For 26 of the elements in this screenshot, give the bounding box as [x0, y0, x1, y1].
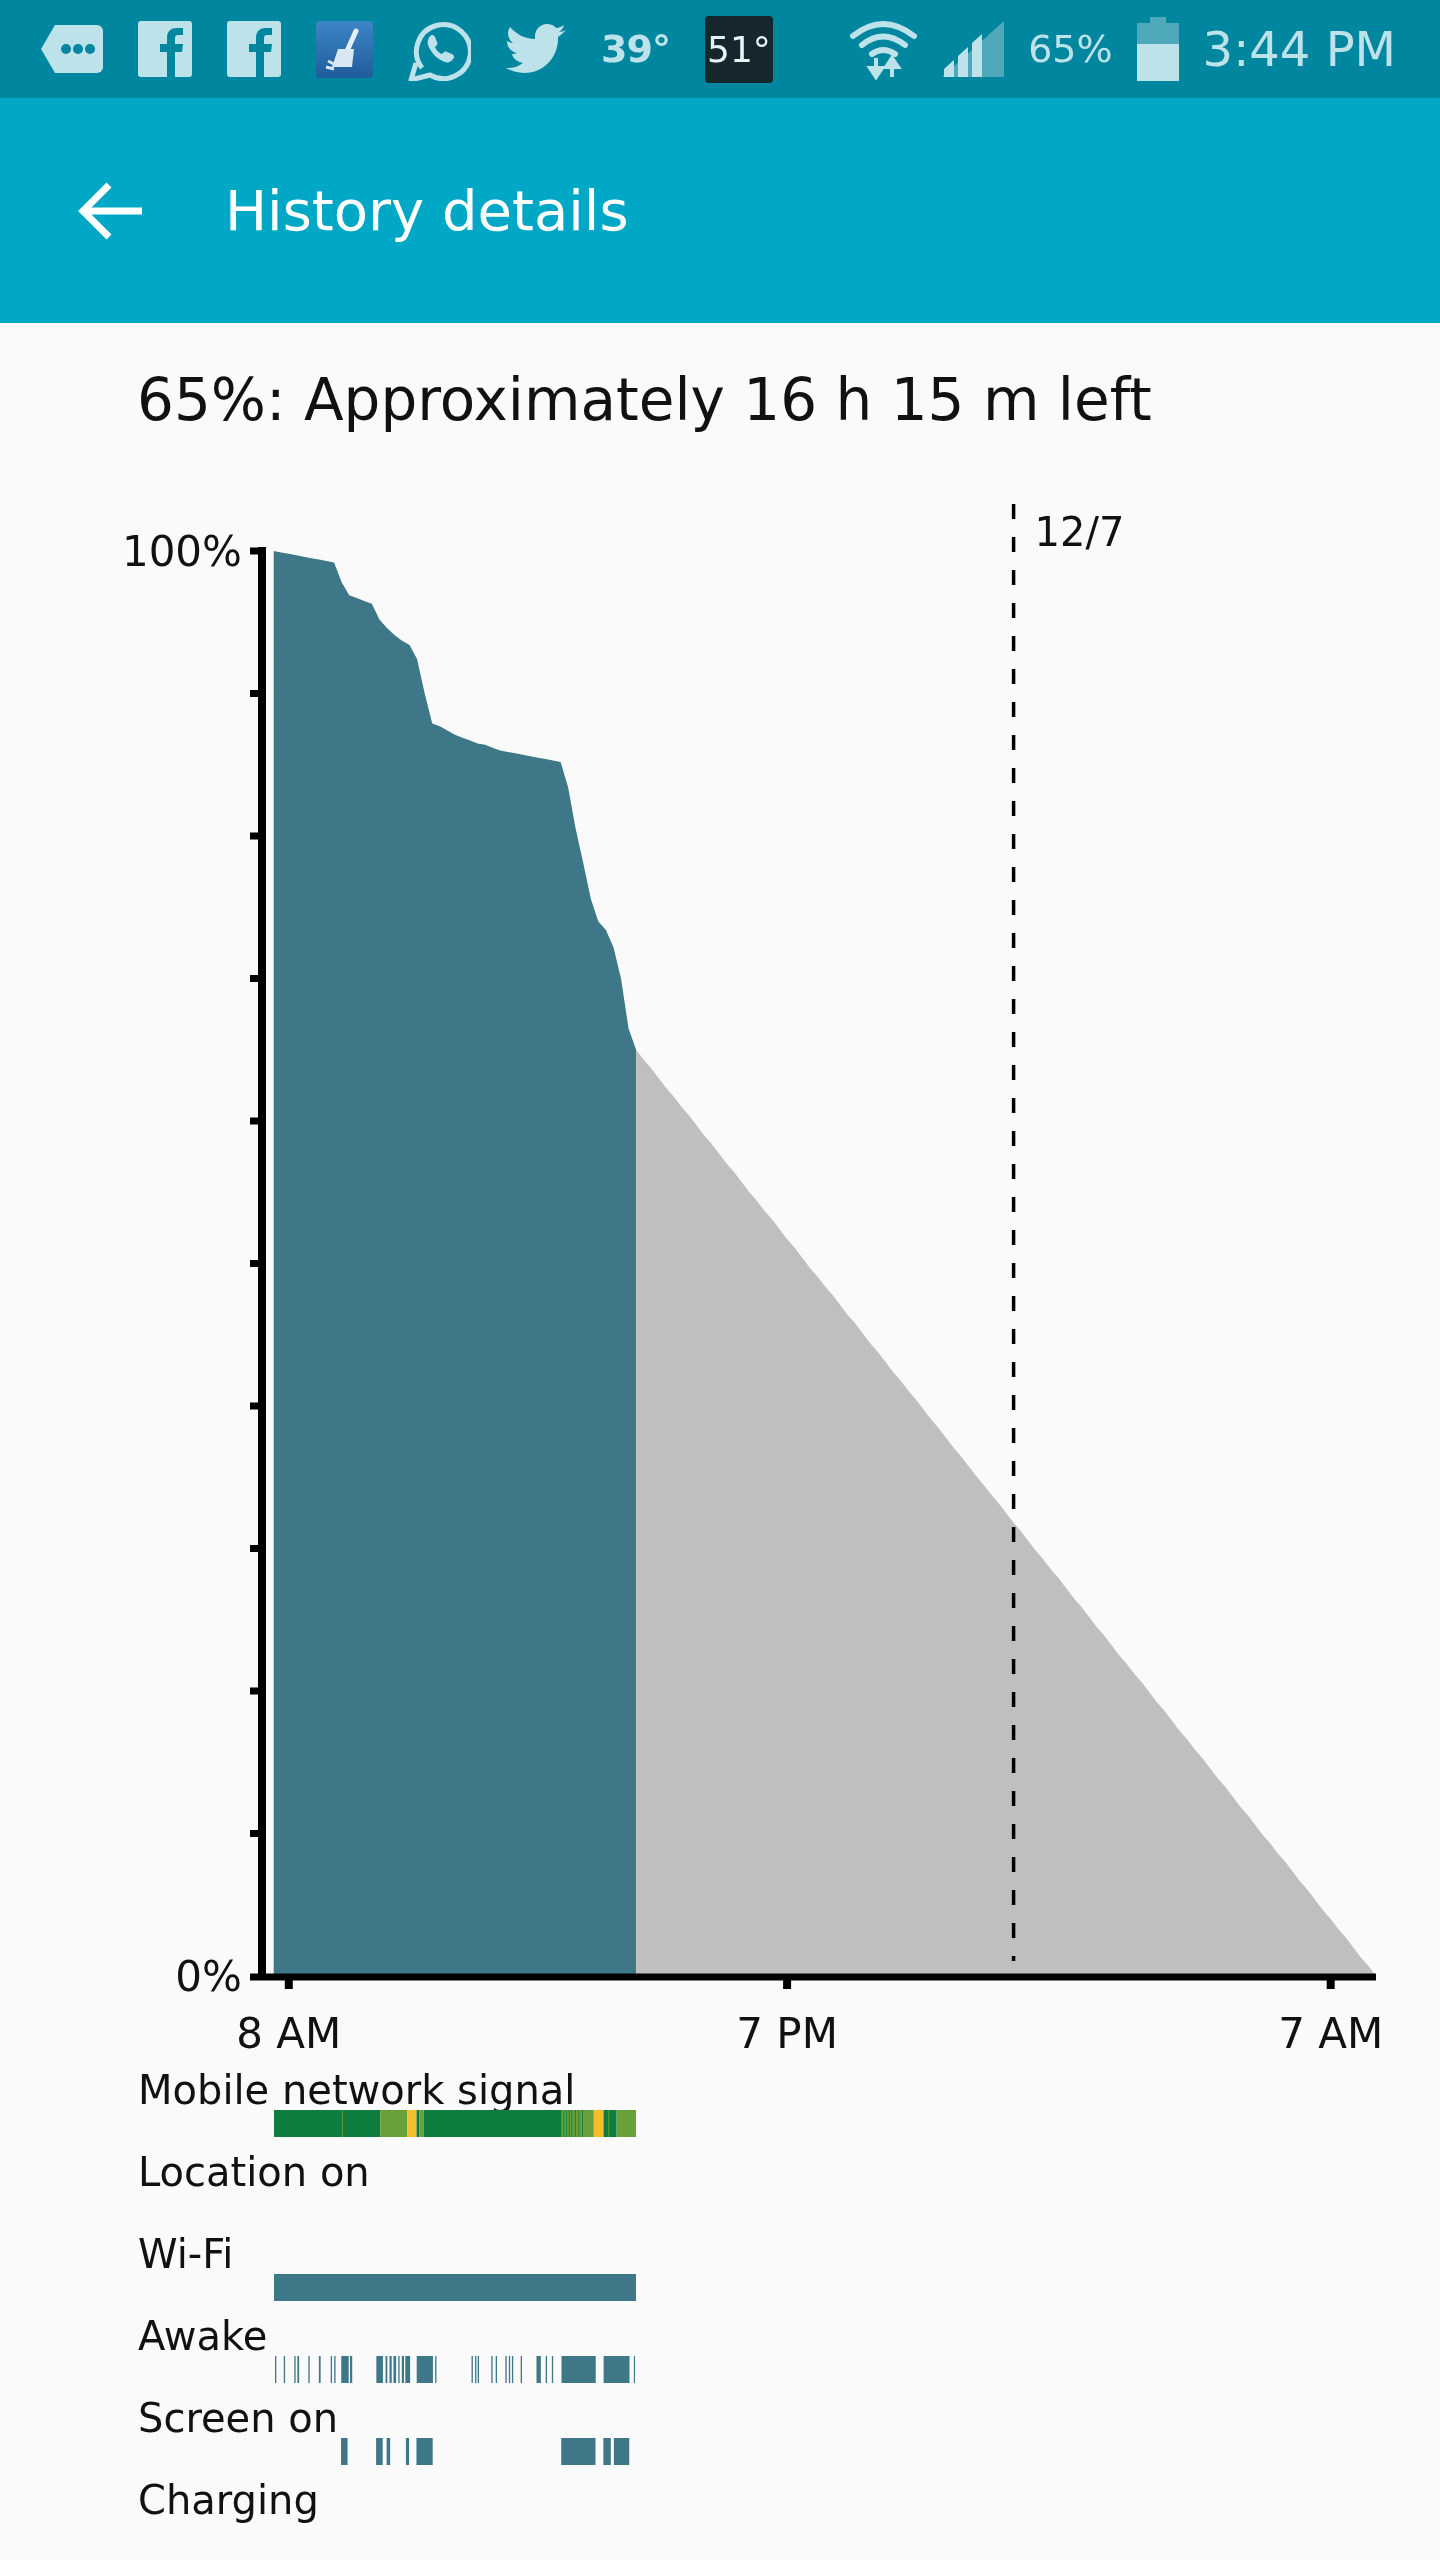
x-axis-label: 7 PM	[736, 2009, 838, 2058]
activity-label: Screen on	[138, 2398, 339, 2438]
cellular-signal-icon	[942, 21, 1005, 77]
activity-label: Wi-Fi	[138, 2234, 234, 2274]
y-axis-label: 0%	[175, 1952, 242, 2001]
temperature-text: 39°	[601, 27, 670, 71]
facebook-icon	[227, 21, 281, 77]
wifi-icon	[849, 18, 919, 80]
battery-icon	[1136, 17, 1179, 81]
y-axis-label: 100%	[121, 527, 242, 576]
battery-estimate-text: 65%: Approximately 16 h 15 m left	[137, 365, 1152, 435]
broom-app-icon	[316, 20, 373, 78]
more-notifications-icon	[41, 24, 103, 74]
bird-icon	[506, 24, 566, 74]
clock-text: 3:44 PM	[1202, 21, 1396, 77]
weather-temperature-tile: 51°	[704, 15, 773, 83]
back-icon[interactable]	[78, 181, 144, 240]
x-axis-label: 8 AM	[236, 2009, 342, 2058]
activity-label: Location on	[138, 2152, 370, 2192]
screen-title: History details	[225, 176, 629, 245]
activity-label: Mobile network signal	[138, 2070, 576, 2110]
battery-percent-text: 65%	[1028, 27, 1113, 71]
facebook-icon	[138, 21, 192, 77]
date-label: 12/7	[1034, 509, 1125, 555]
x-axis-label: 7 AM	[1278, 2009, 1384, 2058]
activity-label: Awake	[138, 2316, 268, 2356]
